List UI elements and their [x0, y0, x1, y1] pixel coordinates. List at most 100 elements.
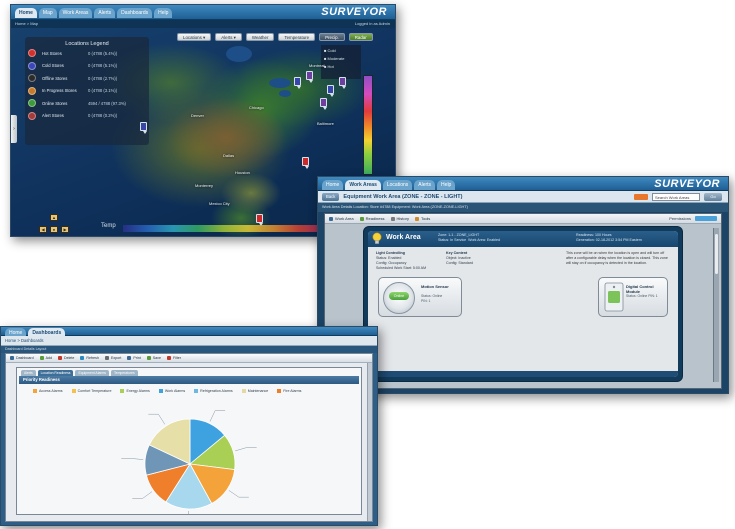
dash-filter-button[interactable]: Filter — [166, 356, 181, 361]
dash-dashboard-button[interactable]: Dashboard — [10, 356, 34, 361]
pan-up-button[interactable]: ▲ — [50, 214, 58, 221]
toolbar-work-area-button[interactable]: Work Area — [329, 216, 354, 221]
tab-dashboards[interactable]: Dashboards — [117, 8, 153, 18]
map-location-pin[interactable] — [339, 77, 346, 89]
map-control-temperature[interactable]: Temperature — [278, 33, 316, 41]
permission-label: Permissions — [669, 216, 691, 221]
info-line: Config: Occupancy — [376, 261, 407, 265]
tab-work-areas[interactable]: Work Areas — [58, 8, 93, 18]
map-location-pin[interactable] — [320, 98, 327, 110]
legend-row[interactable]: Online Stores 4594 / 4788 (97.3%) — [25, 97, 149, 110]
motion-sensor-card[interactable]: Online Motion Sensor Status: Online PIN:… — [378, 277, 462, 317]
toolbar-icon — [39, 356, 44, 361]
toolbar-icon — [414, 216, 419, 221]
work-area-screenshot: Home Work Areas Locations Alerts Help SURVEY… — [317, 176, 729, 394]
scrollbar-thumb[interactable] — [715, 234, 718, 274]
map-control-locations[interactable]: Locations ▾ — [177, 33, 212, 41]
map-city-label: Mexico City — [209, 201, 230, 206]
pie-legend-item[interactable]: Access Alarms — [33, 389, 63, 394]
map-layer-option[interactable]: ■ Hot — [324, 63, 358, 71]
pan-right-button[interactable]: ▶ — [61, 226, 69, 233]
sensor-status-badge: Online — [389, 292, 409, 300]
light-controlling-info: Light Controlling Status: Enabled Config… — [376, 251, 426, 271]
legend-label: Offline Stores — [42, 75, 68, 81]
work-search-button[interactable]: Go — [704, 193, 722, 201]
map-alert-pin[interactable] — [302, 157, 309, 169]
map-layer-option[interactable]: ■ Moderate — [324, 55, 358, 63]
toolbar-history-button[interactable]: History — [390, 216, 409, 221]
map-location-pin[interactable] — [306, 71, 313, 83]
map-control-precip[interactable]: Precip. — [319, 33, 345, 41]
toolbar-tools-button[interactable]: Tools — [414, 216, 430, 221]
map-alert-pin[interactable] — [256, 214, 263, 226]
pie-legend-item[interactable]: Comfort Temperature — [71, 389, 111, 394]
pan-left-button[interactable]: ◀ — [39, 226, 47, 233]
tab-home[interactable]: Home — [322, 180, 344, 190]
legend-row[interactable]: Alert Stores 0 (4788 (0.2%)) — [25, 110, 149, 123]
legend-dot-icon — [28, 99, 36, 108]
legend-row[interactable]: Hot Stores 0 (4788 (5.4%)) — [25, 47, 149, 60]
map-user-status[interactable]: Logged in as Admin — [355, 20, 390, 28]
toolbar-readiness-button[interactable]: Readiness — [359, 216, 385, 221]
tab-work-areas[interactable]: Work Areas — [345, 180, 381, 190]
control-module-card[interactable]: Digital Control Module Status: Online PI… — [598, 277, 668, 317]
pie-chart[interactable] — [17, 398, 361, 524]
dash-save-button[interactable]: Save — [146, 356, 161, 361]
dash-print-button[interactable]: Print — [127, 356, 141, 361]
tab-home[interactable]: Home — [15, 8, 37, 18]
dash-delete-button[interactable]: Delete — [58, 356, 74, 361]
tab-help[interactable]: Help — [154, 8, 173, 18]
map-location-pin[interactable] — [140, 122, 147, 134]
info-line: Status: Enabled — [376, 256, 402, 260]
work-search-input[interactable]: Search Work Areas — [652, 193, 700, 201]
zoom-reset-button[interactable]: ● — [50, 226, 58, 233]
work-body: Work Area Readiness History Tools Permissio… — [324, 213, 722, 389]
dash-add-button[interactable]: Add — [39, 356, 52, 361]
work-area-header: Work Area Zone: 1-1 - ZONE_LIGHT Status:… — [368, 231, 678, 247]
dash-body: Dashboard Add Delete Refresh Export Print Save… — [5, 353, 373, 524]
pie-leader-line — [228, 490, 239, 498]
pie-legend-item[interactable]: Energy Alarms — [120, 389, 150, 394]
work-scrollbar[interactable] — [713, 228, 719, 382]
back-button[interactable]: Back — [322, 193, 340, 201]
module-detail: Status: Online PIN: 1 — [626, 294, 658, 298]
pie-leader-line — [209, 410, 216, 422]
pie-legend-item[interactable]: Maintenance — [241, 389, 268, 394]
pie-legend-item[interactable]: Work Alarms — [158, 389, 185, 394]
map-control-alerts[interactable]: Alerts ▾ — [215, 33, 242, 41]
legend-row[interactable]: Offline Stores 0 (4788 (2.7%)) — [25, 72, 149, 85]
map-breadcrumb[interactable]: Home > Map — [15, 21, 38, 26]
permission-bar[interactable] — [695, 216, 717, 221]
dash-scrollbar[interactable] — [367, 363, 372, 521]
legend-count: 0 (4788 (2.7%)) — [88, 75, 118, 81]
temperature-label: Temp — [101, 223, 116, 229]
legend-swatch — [120, 389, 125, 394]
map-control-weather[interactable]: Weather — [245, 33, 275, 41]
priority-panel: Alerts Location Readiness Equipment Alarms… — [16, 367, 362, 524]
pie-legend-item[interactable]: Fire Alarms — [277, 389, 301, 394]
work-header: Back Equipment Work Area (ZONE - ZONE - … — [318, 191, 728, 203]
dash-detail-line: Dashboard Details Layout — [1, 346, 377, 353]
legend-count: 0 (4788 (5.4%)) — [88, 50, 118, 56]
legend-count: 0 (4788 (3.1%)) — [88, 88, 118, 94]
legend-row[interactable]: In Progress Stores 0 (4788 (3.1%)) — [25, 85, 149, 98]
dash-export-button[interactable]: Export — [104, 356, 121, 361]
dash-breadcrumb[interactable]: Home > Dashboards — [5, 338, 44, 343]
dash-refresh-button[interactable]: Refresh — [80, 356, 99, 361]
pie-legend: Access Alarms Comfort Temperature Energy A… — [33, 389, 301, 394]
pie-legend-item[interactable]: Refrigeration Alarms — [194, 389, 233, 394]
tab-map[interactable]: Map — [38, 8, 57, 18]
tab-alerts[interactable]: Alerts — [414, 180, 436, 190]
map-panel-toggle-handle[interactable]: › — [11, 115, 17, 143]
tab-alerts[interactable]: Alerts — [94, 8, 116, 18]
map-location-pin[interactable] — [327, 85, 334, 97]
tab-help[interactable]: Help — [437, 180, 456, 190]
legend-row[interactable]: Cold Stores 0 (4788 (5.1%)) — [25, 60, 149, 73]
map-control-radar[interactable]: Radar — [348, 33, 373, 41]
legend-swatch — [277, 389, 282, 394]
tab-locations[interactable]: Locations — [382, 180, 413, 190]
alert-indicator[interactable] — [634, 194, 648, 200]
map-location-pin[interactable] — [294, 77, 301, 89]
map-control-bar: Locations ▾ Alerts ▾ Weather Temperature Pre… — [177, 33, 373, 41]
map-layer-option[interactable]: ■ Cold — [324, 47, 358, 55]
